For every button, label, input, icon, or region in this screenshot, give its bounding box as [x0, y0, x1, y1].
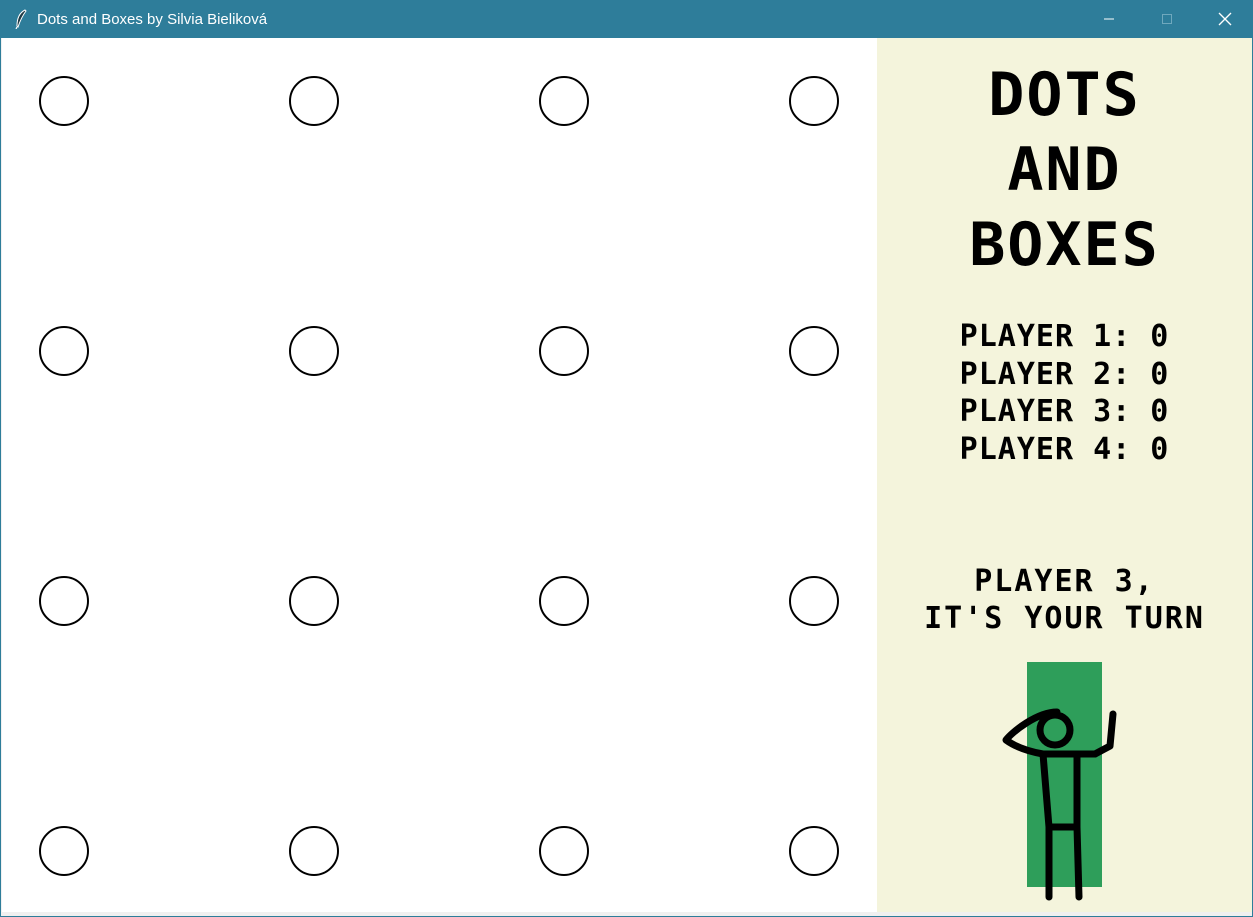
window-title: Dots and Boxes by Silvia Bieliková [37, 10, 268, 28]
grid-dot[interactable] [539, 826, 589, 876]
score-value: 0 [1150, 431, 1170, 467]
score-label: PLAYER 2: [959, 356, 1132, 392]
grid-dot[interactable] [39, 326, 89, 376]
score-value: 0 [1150, 394, 1170, 429]
score-value: 0 [1150, 356, 1170, 392]
grid-dot[interactable] [539, 76, 589, 126]
game-title-line: DOTS [988, 60, 1141, 130]
maximize-icon [1162, 14, 1172, 24]
score-label: PLAYER 4: [959, 431, 1132, 467]
score-label: PLAYER 1: [959, 319, 1132, 354]
score-value: 0 [1150, 319, 1170, 354]
stick-figure-icon [1002, 662, 1117, 901]
dot-grid[interactable] [2, 38, 877, 912]
score-row: PLAYER 1: 0 [877, 318, 1252, 356]
score-row: PLAYER 2: 0 [877, 356, 1252, 394]
game-board[interactable] [2, 38, 877, 912]
grid-dot[interactable] [789, 576, 839, 626]
game-title-line: BOXES [969, 210, 1160, 280]
minimize-button[interactable] [1080, 0, 1138, 38]
grid-dot[interactable] [789, 326, 839, 376]
grid-dot[interactable] [289, 826, 339, 876]
score-label: PLAYER 3: [959, 394, 1132, 429]
score-row: PLAYER 4: 0 [877, 431, 1252, 469]
grid-dot[interactable] [539, 576, 589, 626]
grid-dot[interactable] [539, 326, 589, 376]
grid-dot[interactable] [789, 76, 839, 126]
turn-line: PLAYER 3, [974, 564, 1155, 599]
game-title-line: AND [1007, 135, 1122, 205]
app-window: Dots and Boxes by Silvia Bieliková DOTS … [0, 0, 1253, 917]
grid-dot[interactable] [39, 76, 89, 126]
close-icon [1218, 12, 1232, 26]
window-controls [1080, 0, 1253, 38]
grid-dot[interactable] [289, 76, 339, 126]
grid-dot[interactable] [289, 326, 339, 376]
sidebar: DOTS AND BOXES PLAYER 1: 0 PLAYER 2: 0 P… [877, 38, 1252, 912]
title-bar[interactable]: Dots and Boxes by Silvia Bieliková [1, 0, 1253, 38]
grid-dot[interactable] [789, 826, 839, 876]
turn-indicator: PLAYER 3, IT'S YOUR TURN [877, 563, 1252, 637]
turn-line: IT'S YOUR TURN [924, 601, 1205, 636]
close-button[interactable] [1196, 0, 1253, 38]
grid-dot[interactable] [289, 576, 339, 626]
game-title: DOTS AND BOXES [877, 58, 1252, 283]
scoreboard: PLAYER 1: 0 PLAYER 2: 0 PLAYER 3: 0 PLAY… [877, 318, 1252, 468]
grid-dot[interactable] [39, 576, 89, 626]
minimize-icon [1104, 18, 1114, 20]
feather-icon [11, 9, 31, 29]
score-row: PLAYER 3: 0 [877, 393, 1252, 431]
grid-dot[interactable] [39, 826, 89, 876]
maximize-button[interactable] [1138, 0, 1196, 38]
figure-panel [1027, 662, 1102, 887]
